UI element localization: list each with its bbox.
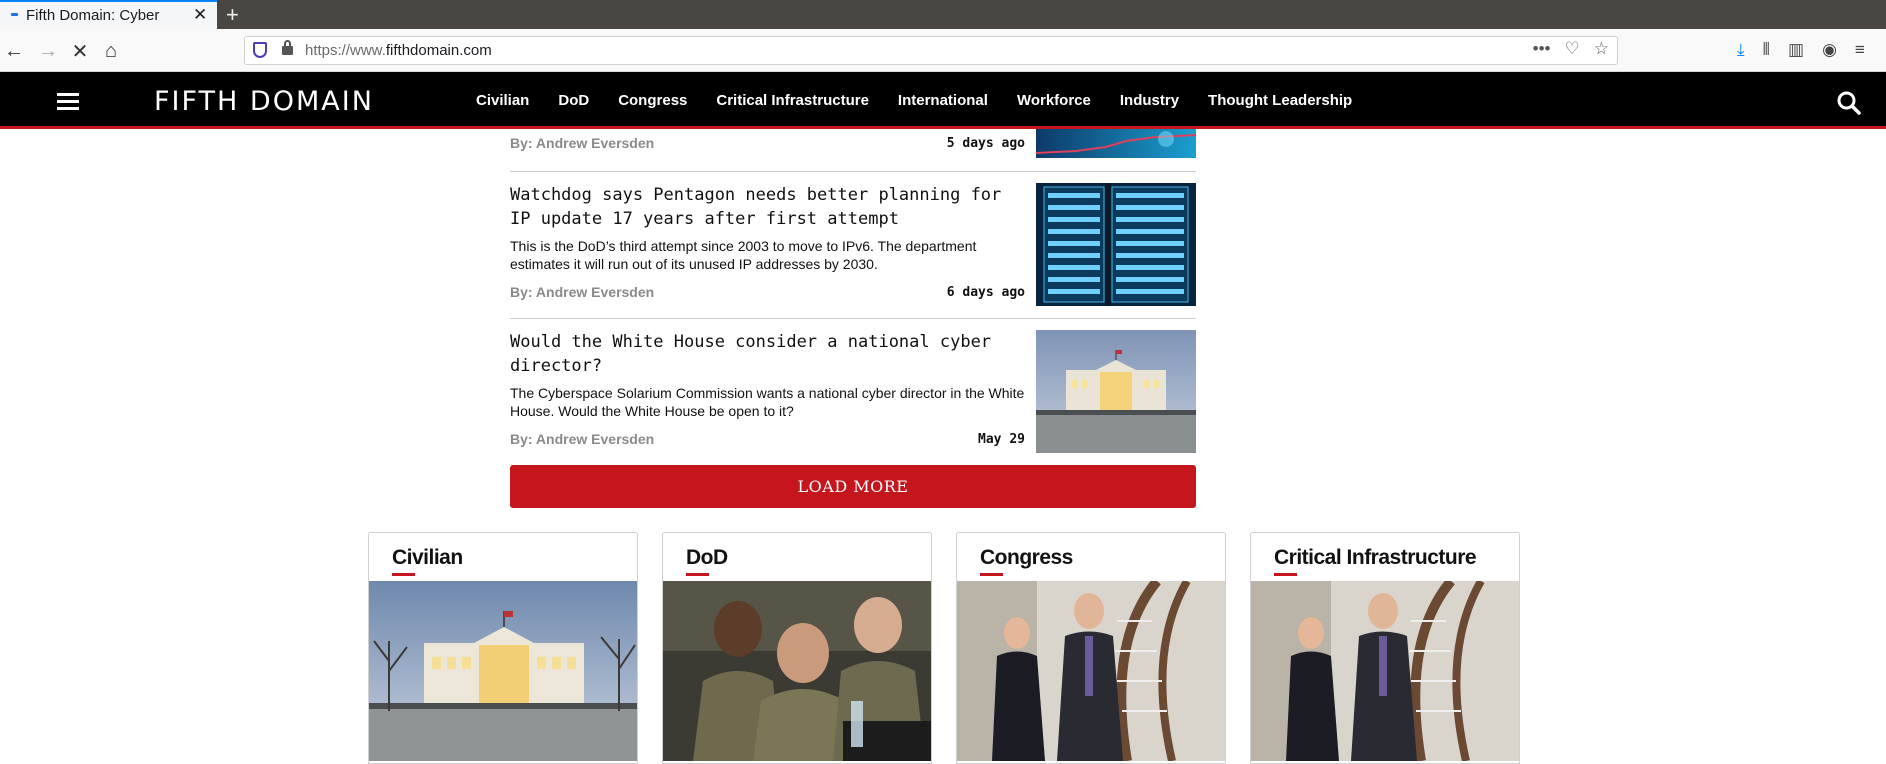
article-byline[interactable]: By: Andrew Eversden [510,284,654,300]
favicon-icon [11,13,18,16]
article-summary: The Cyberspace Solarium Commission wants… [510,385,1025,419]
nav-critical-infrastructure[interactable]: Critical Infrastructure [716,92,869,109]
nav-workforce[interactable]: Workforce [1017,92,1091,109]
url-text[interactable]: https://www.fifthdomain.com [305,42,492,59]
stop-icon[interactable]: ✕ [66,37,94,65]
pocket-icon[interactable]: ♡ [1565,39,1580,59]
close-tab-icon[interactable]: ✕ [193,5,207,25]
article-date: May 29 [978,432,1025,447]
card-title[interactable]: Critical Infrastructure [1274,546,1477,570]
card-title[interactable]: Congress [980,546,1073,570]
app-menu-icon[interactable]: ≡ [1855,40,1865,60]
forward-icon[interactable]: → [34,37,62,65]
article-date: 6 days ago [946,285,1025,300]
nav-dod[interactable]: DoD [558,92,589,109]
article-byline[interactable]: By: Andrew Eversden [510,135,654,151]
list-item: Would the White House consider a nationa… [510,318,1196,464]
nav-thought-leadership[interactable]: Thought Leadership [1208,92,1352,109]
card-title[interactable]: Civilian [392,546,463,570]
article-thumbnail[interactable] [1036,183,1196,306]
tab-bar: Fifth Domain: Cyber ✕ + [0,0,1886,29]
title-underline [686,573,709,576]
search-icon[interactable] [1836,90,1862,116]
card-image-white-house[interactable] [369,581,638,761]
article-thumbnail[interactable] [1036,129,1196,158]
card-image-officials-on-staircase[interactable] [1251,581,1520,761]
list-item: By: Andrew Eversden 5 days ago [510,129,1196,171]
nav-congress[interactable]: Congress [618,92,687,109]
url-bar[interactable]: https://www.fifthdomain.com ••• ♡ ☆ [244,36,1618,65]
card-image-officials-on-staircase[interactable] [957,581,1226,761]
bookmark-star-icon[interactable]: ☆ [1594,39,1609,59]
title-underline [980,573,1003,576]
sidebar-icon[interactable]: ▥ [1788,40,1804,60]
account-icon[interactable]: ◉ [1822,40,1837,60]
home-icon[interactable]: ⌂ [97,37,125,65]
tab-title: Fifth Domain: Cyber [26,7,160,24]
title-underline [392,573,415,576]
category-card-dod[interactable]: DoD [662,532,932,764]
article-date: 5 days ago [946,136,1025,151]
article-list: By: Andrew Eversden 5 days ago Watchdog … [510,129,1196,464]
site-logo[interactable]: FIFTH DOMAIN [154,86,374,117]
url-host: fifthdomain.com [385,42,492,59]
downloads-icon[interactable]: ⤓ [1737,40,1745,60]
toolbar-right: ⤓ ⦀ ▥ ◉ ≡ [1737,40,1865,60]
card-image-soldiers-at-computers[interactable] [663,581,932,761]
hamburger-menu-icon[interactable] [57,93,79,110]
tracking-protection-icon[interactable] [253,42,267,58]
url-actions: ••• ♡ ☆ [1533,39,1609,59]
library-icon[interactable]: ⦀ [1763,40,1770,60]
nav-international[interactable]: International [898,92,988,109]
category-card-critical-infrastructure[interactable]: Critical Infrastructure [1250,532,1520,764]
article-headline[interactable]: Watchdog says Pentagon needs better plan… [510,183,1025,231]
article-headline[interactable]: Would the White House consider a nationa… [510,330,1025,378]
category-card-civilian[interactable]: Civilian [368,532,638,764]
list-item: Watchdog says Pentagon needs better plan… [510,171,1196,318]
article-byline[interactable]: By: Andrew Eversden [510,431,654,447]
lock-icon[interactable] [282,40,293,55]
title-underline [1274,573,1297,576]
card-title[interactable]: DoD [686,546,728,570]
page-actions-icon[interactable]: ••• [1533,39,1551,59]
url-prefix: https://www. [305,42,386,59]
load-more-button[interactable]: LOAD MORE [510,465,1196,508]
nav-industry[interactable]: Industry [1120,92,1179,109]
back-icon[interactable]: ← [0,37,28,65]
main-nav: Civilian DoD Congress Critical Infrastru… [476,92,1381,109]
nav-civilian[interactable]: Civilian [476,92,529,109]
article-thumbnail[interactable] [1036,330,1196,453]
site-header: FIFTH DOMAIN Civilian DoD Congress Criti… [0,72,1886,129]
category-card-congress[interactable]: Congress [956,532,1226,764]
new-tab-button[interactable]: + [226,0,239,29]
active-tab[interactable]: Fifth Domain: Cyber ✕ [0,0,217,29]
article-summary: This is the DoD’s third attempt since 20… [510,238,977,272]
